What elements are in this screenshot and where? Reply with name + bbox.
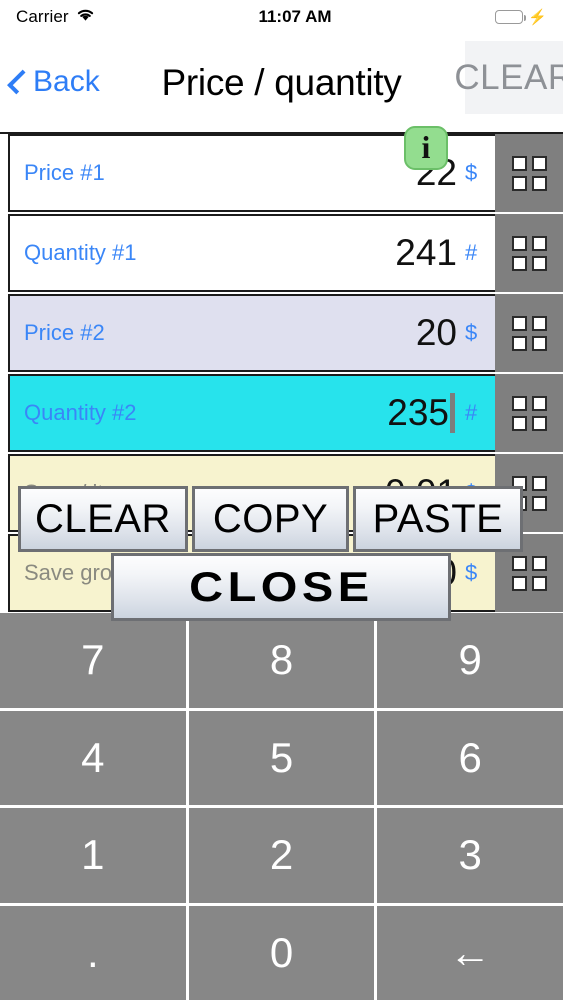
status-bar: Carrier 11:07 AM ⚡ — [0, 0, 563, 34]
navigation-bar: Price / quantity Back CLEAR i — [0, 34, 563, 170]
popup-close-label: CLOSE — [188, 563, 374, 610]
status-bar-right: ⚡ — [495, 10, 547, 25]
key-decimal-point[interactable]: . — [0, 905, 186, 1000]
text-cursor — [450, 393, 455, 433]
battery-icon — [495, 10, 527, 24]
popup-copy-button[interactable]: COPY — [192, 486, 349, 552]
carrier-label: Carrier — [16, 7, 69, 26]
grid-2x2-icon — [511, 395, 547, 431]
key-4[interactable]: 4 — [0, 710, 186, 805]
popup-clear-label: CLEAR — [35, 496, 171, 541]
field-row-input[interactable]: Price #2 20 $ — [8, 294, 495, 372]
field-row-quantity-2[interactable]: Quantity #2 235 # — [0, 374, 563, 452]
key-7[interactable]: 7 — [0, 613, 186, 708]
field-unit: $ — [465, 320, 478, 345]
field-value: 235 — [387, 392, 449, 433]
info-button[interactable]: i — [404, 126, 448, 170]
field-row-input[interactable]: Quantity #1 241 # — [8, 214, 495, 292]
field-row-quantity-1[interactable]: Quantity #1 241 # — [0, 214, 563, 292]
key-3[interactable]: 3 — [377, 808, 563, 903]
grid-2x2-icon — [511, 235, 547, 271]
wifi-icon — [76, 7, 95, 27]
info-icon: i — [421, 129, 431, 165]
popup-paste-label: PASTE — [372, 496, 504, 541]
grid-2x2-icon-button[interactable] — [495, 374, 563, 452]
app-screen: Carrier 11:07 AM ⚡ Price / quantity Back — [0, 0, 563, 1000]
key-2[interactable]: 2 — [188, 808, 375, 903]
key-backspace[interactable]: ← — [377, 905, 563, 1000]
key-1[interactable]: 1 — [0, 808, 186, 903]
field-label: Quantity #1 — [24, 240, 137, 265]
back-button-label: Back — [33, 65, 100, 98]
field-label: Price #2 — [24, 320, 105, 345]
field-unit: # — [465, 240, 478, 265]
lightning-bolt-icon: ⚡ — [528, 8, 547, 26]
field-unit: $ — [465, 560, 478, 585]
clear-button[interactable]: CLEAR — [454, 41, 563, 114]
status-bar-clock: 11:07 AM — [258, 7, 332, 26]
field-row-price-2[interactable]: Price #2 20 $ — [0, 294, 563, 372]
field-row-price-1[interactable]: Price #1 22 $ — [0, 134, 563, 212]
popup-paste-button[interactable]: PASTE — [353, 486, 523, 552]
key-0[interactable]: 0 — [188, 905, 375, 1000]
key-5[interactable]: 5 — [188, 710, 375, 805]
field-label: Price #1 — [24, 160, 105, 185]
grid-2x2-icon-button[interactable] — [495, 214, 563, 292]
field-value: 241 — [395, 232, 457, 273]
field-row-input[interactable]: Quantity #2 235 # — [8, 374, 495, 452]
clear-button-label: CLEAR — [454, 57, 563, 97]
status-bar-left: Carrier — [16, 7, 95, 27]
grid-2x2-icon-button[interactable] — [495, 294, 563, 372]
grid-2x2-icon — [511, 555, 547, 591]
back-button[interactable]: Back — [7, 65, 100, 99]
field-value: 20 — [415, 312, 457, 353]
grid-2x2-icon-button[interactable] — [495, 134, 563, 212]
field-label: Quantity #2 — [24, 400, 137, 425]
grid-2x2-icon — [511, 155, 547, 191]
numeric-keypad: 7 8 9 4 5 6 1 2 3 . 0 ← — [0, 613, 563, 1000]
popup-copy-label: COPY — [212, 496, 329, 541]
popup-close-button[interactable]: CLOSE — [111, 553, 451, 621]
key-9[interactable]: 9 — [377, 613, 563, 708]
grid-2x2-icon — [511, 315, 547, 351]
key-8[interactable]: 8 — [188, 613, 375, 708]
field-unit: # — [465, 400, 478, 425]
field-unit: $ — [465, 160, 478, 185]
popup-clear-button[interactable]: CLEAR — [18, 486, 188, 552]
key-6[interactable]: 6 — [377, 710, 563, 805]
